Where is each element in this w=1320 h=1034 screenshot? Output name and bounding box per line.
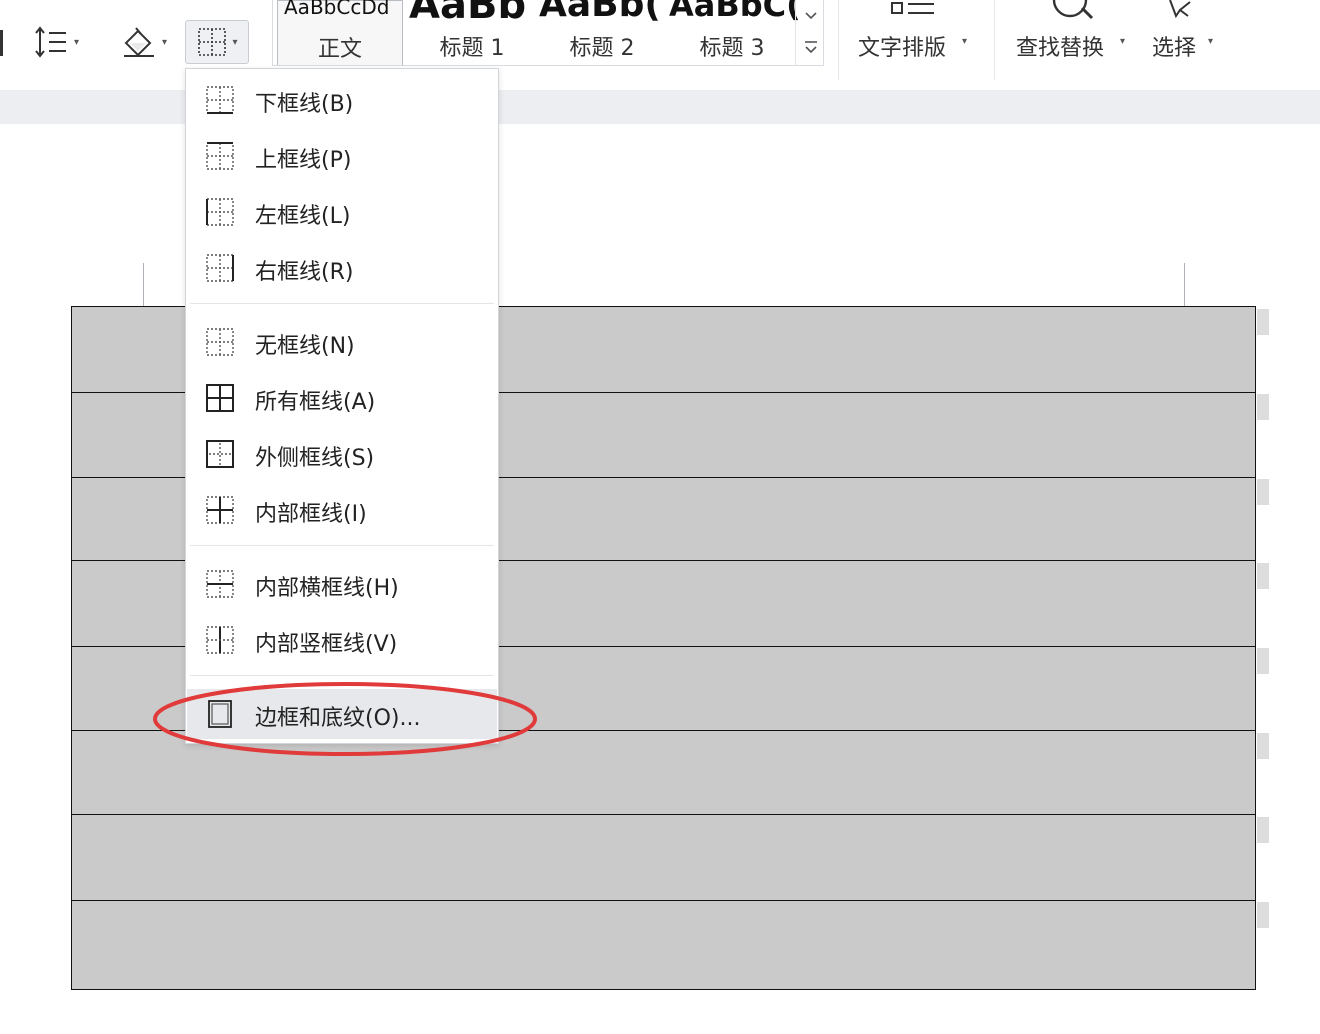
select-label: 选择 [1152,36,1197,61]
menu-item-label: 边框和底纹(O)... [255,706,421,731]
style-heading-2[interactable]: AaBb( 标题 2 [537,0,667,65]
menu-item-left-border[interactable]: 左框线(L) [187,187,497,237]
menu-item-bottom-border[interactable]: 下框线(B) [187,75,497,125]
menu-divider [190,303,494,304]
left-margin-marker [143,263,144,307]
paint-bucket-icon [124,27,154,57]
shading-button[interactable]: ▾ [120,22,167,62]
toolbar-divider [994,0,995,80]
menu-item-label: 无框线(N) [255,334,355,359]
style-preview: AaBbCcDd [284,0,390,19]
find-replace-label: 查找替换 [1016,36,1105,61]
style-normal[interactable]: AaBbCcDd 正文 [277,0,403,65]
menu-item-label: 左框线(L) [255,204,351,229]
right-margin-marker [1184,263,1185,307]
menu-item-label: 外侧框线(S) [255,446,375,471]
row-end-marker [1257,563,1269,589]
table-row-divider [72,900,1255,901]
menu-item-inside-horizontal-border[interactable]: 内部横框线(H) [187,559,497,609]
menu-divider [190,545,494,546]
menu-item-all-borders[interactable]: 所有框线(A) [187,373,497,423]
text-layout-icon [891,2,934,14]
menu-item-label: 内部竖框线(V) [255,632,398,657]
row-end-marker [1257,309,1269,335]
chevron-down-icon: ▾ [232,36,238,48]
style-gallery: AaBbCcDd 正文 AaBb 标题 1 AaBb( 标题 2 AaBbC( … [272,0,824,66]
style-preview: AaBb( [539,0,661,25]
line-spacing-icon [35,26,66,58]
menu-item-borders-and-shading[interactable]: 边框和底纹(O)... [187,689,497,739]
menu-item-inside-vertical-border[interactable]: 内部竖框线(V) [187,615,497,665]
row-end-marker [1257,394,1269,420]
row-end-marker [1257,902,1269,928]
menu-item-inside-borders[interactable]: 内部框线(I) [187,485,497,535]
top-border-icon [206,142,234,170]
toolbar-divider [838,0,839,80]
find-replace-button[interactable]: 查找替换 ▾ [1014,0,1134,70]
borders-dropdown-menu: 下框线(B) 上框线(P) 左框线(L) 右框线(R) 无框线(N) 所有框线(… [185,68,499,744]
menu-item-outside-borders[interactable]: 外侧框线(S) [187,429,497,479]
text-layout-button[interactable]: 文字排版 ▾ [856,0,976,70]
style-heading-3[interactable]: AaBbC( 标题 3 [667,0,801,65]
menu-divider [190,675,494,676]
right-border-icon [206,254,234,282]
left-border-icon [206,198,234,226]
chevron-down-icon: ▾ [1120,36,1126,47]
style-preview: AaBb [409,0,527,28]
menu-item-label: 所有框线(A) [255,390,376,415]
all-borders-icon [206,384,234,412]
menu-item-top-border[interactable]: 上框线(P) [187,131,497,181]
menu-item-label: 右框线(R) [255,260,354,285]
menu-item-label: 内部框线(I) [255,502,367,527]
chevron-down-icon: ▾ [74,36,80,48]
gallery-scroll-icon[interactable] [796,0,824,66]
inside-horizontal-border-icon [206,570,234,598]
outside-borders-icon [206,440,234,468]
style-label: 正文 [317,37,362,62]
bottom-border-icon [206,86,234,114]
no-border-icon [206,328,234,356]
menu-item-no-border[interactable]: 无框线(N) [187,317,497,367]
row-end-marker [1257,648,1269,674]
cursor-arrow-icon [1169,0,1191,19]
chevron-down-icon: ▾ [1208,36,1214,47]
style-label: 标题 3 [699,36,765,61]
borders-and-shading-icon [208,700,232,728]
chevron-down-icon: ▾ [962,36,968,47]
gallery-scroll [795,0,824,66]
menu-item-label: 内部横框线(H) [255,576,399,601]
style-preview: AaBbC( [669,0,801,24]
menu-item-label: 上框线(P) [255,148,352,173]
inside-borders-icon [206,496,234,524]
style-label: 标题 1 [439,36,505,61]
menu-item-right-border[interactable]: 右框线(R) [187,243,497,293]
borders-button[interactable]: ▾ [185,20,249,64]
line-spacing-button[interactable]: ▾ [34,22,79,62]
toolbar-edge [0,30,3,56]
text-layout-label: 文字排版 [858,36,947,61]
select-button[interactable]: 选择 ▾ [1150,0,1230,70]
row-end-marker [1257,733,1269,759]
style-heading-1[interactable]: AaBb 标题 1 [407,0,537,65]
row-end-marker [1257,817,1269,843]
magnifier-icon [1052,0,1094,20]
menu-item-label: 下框线(B) [255,92,354,117]
borders-icon [198,28,227,56]
style-label: 标题 2 [569,36,635,61]
table-row-divider [72,814,1255,815]
row-end-marker [1257,479,1269,505]
inside-vertical-border-icon [206,626,234,654]
chevron-down-icon: ▾ [162,36,168,48]
